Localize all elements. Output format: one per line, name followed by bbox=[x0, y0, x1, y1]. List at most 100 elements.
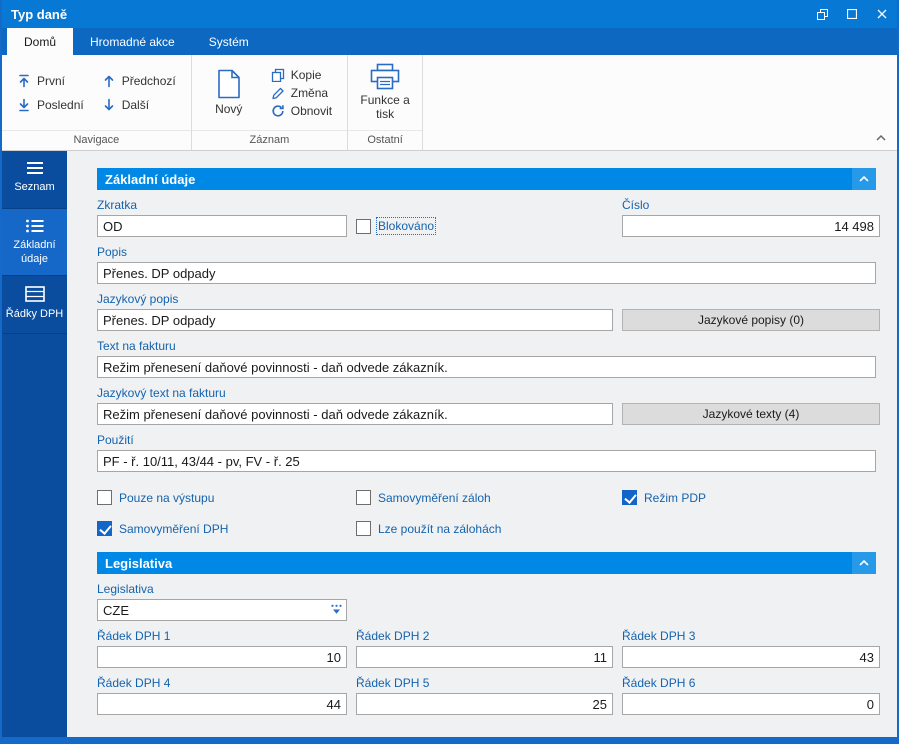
rezim-pdp-checkbox-box[interactable] bbox=[622, 490, 637, 505]
app-window: Typ daně Domů Hromadné akce Systém První bbox=[0, 0, 899, 744]
arrow-down-icon bbox=[102, 98, 116, 112]
sidebar: Seznam Základní údaje Řádky DPH bbox=[2, 151, 67, 737]
sidebar-item-label: Seznam bbox=[14, 181, 54, 195]
blokovano-checkbox-box[interactable] bbox=[356, 219, 371, 234]
jazykovy-text-label: Jazykový text na fakturu bbox=[97, 386, 613, 400]
samovymereni-dph-label: Samovyměření DPH bbox=[119, 522, 228, 536]
printer-icon bbox=[370, 63, 400, 90]
lze-pouzit-na-zalohach-label: Lze použít na zálohách bbox=[378, 522, 501, 536]
group-label-ostatni: Ostatní bbox=[348, 130, 422, 150]
close-icon bbox=[877, 9, 887, 19]
previous-record-button[interactable]: Předchozí bbox=[95, 72, 183, 90]
pencil-icon bbox=[271, 86, 285, 100]
ribbon-collapse-button[interactable] bbox=[875, 130, 887, 145]
radek-dph-3-input[interactable] bbox=[622, 646, 880, 668]
radek-dph-3-label: Řádek DPH 3 bbox=[622, 629, 880, 643]
field-zkratka: Zkratka bbox=[97, 190, 347, 237]
dropdown-icon[interactable] bbox=[330, 604, 343, 615]
window-controls bbox=[807, 0, 897, 28]
radek-dph-5-input[interactable] bbox=[356, 693, 613, 715]
field-jazykovy-text: Jazykový text na fakturu bbox=[97, 378, 613, 425]
previous-record-label: Předchozí bbox=[122, 74, 176, 88]
list-icon bbox=[25, 161, 45, 175]
jazykovy-popis-label: Jazykový popis bbox=[97, 292, 613, 306]
radek-dph-6-label: Řádek DPH 6 bbox=[622, 676, 880, 690]
copy-record-button[interactable]: Kopie bbox=[264, 66, 329, 84]
field-pouziti: Použití bbox=[97, 433, 876, 472]
jazykove-texty-button[interactable]: Jazykové texty (4) bbox=[622, 403, 880, 425]
radek-dph-4-input[interactable] bbox=[97, 693, 347, 715]
refresh-button[interactable]: Obnovit bbox=[264, 102, 339, 120]
section-collapse-button[interactable] bbox=[852, 552, 876, 574]
next-record-button[interactable]: Další bbox=[95, 96, 183, 114]
field-radek-dph-3: Řádek DPH 3 bbox=[622, 621, 880, 668]
jazykovy-text-input[interactable] bbox=[97, 403, 613, 425]
samovymereni-zaloh-checkbox-box[interactable] bbox=[356, 490, 371, 505]
lze-pouzit-na-zalohach-checkbox-box[interactable] bbox=[356, 521, 371, 536]
main-content: Základní údaje Zkratka Blokováno bbox=[67, 151, 897, 737]
maximize-icon bbox=[847, 9, 857, 19]
checkbox-pouze-na-vystupu[interactable]: Pouze na výstupu bbox=[97, 490, 347, 505]
field-radek-dph-2: Řádek DPH 2 bbox=[356, 621, 613, 668]
pouziti-input[interactable] bbox=[97, 450, 876, 472]
detail-list-icon bbox=[25, 219, 45, 233]
close-button[interactable] bbox=[867, 0, 897, 28]
arrow-up-icon bbox=[102, 74, 116, 88]
copy-record-label: Kopie bbox=[291, 68, 322, 82]
section-legislativa: Legislativa Legislativa bbox=[97, 552, 876, 715]
samovymereni-dph-checkbox-box[interactable] bbox=[97, 521, 112, 536]
tab-system[interactable]: Systém bbox=[192, 28, 266, 55]
chevron-up-icon bbox=[858, 559, 870, 567]
jazykovy-popis-input[interactable] bbox=[97, 309, 613, 331]
field-popis: Popis bbox=[97, 245, 876, 284]
sidebar-item-seznam[interactable]: Seznam bbox=[2, 151, 67, 209]
new-record-button[interactable]: Nový bbox=[200, 65, 258, 121]
checkbox-rezim-pdp[interactable]: Režim PDP bbox=[622, 490, 880, 505]
jazykove-popisy-button[interactable]: Jazykové popisy (0) bbox=[622, 309, 880, 331]
ribbon-group-ostatni: Funkce a tisk Ostatní bbox=[348, 55, 423, 150]
tab-domu[interactable]: Domů bbox=[7, 28, 73, 55]
last-record-button[interactable]: Poslední bbox=[10, 96, 91, 114]
new-record-label: Nový bbox=[215, 103, 242, 117]
checkbox-blokovano[interactable]: Blokováno bbox=[356, 219, 434, 234]
functions-print-button[interactable]: Funkce a tisk bbox=[356, 59, 414, 126]
zkratka-input[interactable] bbox=[97, 215, 347, 237]
legislativa-select[interactable] bbox=[97, 599, 347, 621]
sidebar-item-radky-dph[interactable]: Řádky DPH bbox=[2, 276, 67, 334]
pouziti-label: Použití bbox=[97, 433, 876, 447]
field-cislo: Číslo bbox=[622, 190, 880, 237]
legislativa-input[interactable] bbox=[97, 599, 347, 621]
radek-dph-6-input[interactable] bbox=[622, 693, 880, 715]
checkbox-lze-pouzit-na-zalohach[interactable]: Lze použít na zálohách bbox=[356, 521, 613, 536]
edit-record-button[interactable]: Změna bbox=[264, 84, 335, 102]
radek-dph-2-input[interactable] bbox=[356, 646, 613, 668]
tab-hromadne-akce[interactable]: Hromadné akce bbox=[73, 28, 192, 55]
sidebar-item-zakladni-udaje[interactable]: Základní údaje bbox=[2, 209, 67, 276]
cislo-label: Číslo bbox=[622, 198, 880, 212]
sidebar-item-label: Základní údaje bbox=[5, 239, 64, 267]
field-radek-dph-6: Řádek DPH 6 bbox=[622, 668, 880, 715]
refresh-icon bbox=[271, 104, 285, 118]
radek-dph-5-label: Řádek DPH 5 bbox=[356, 676, 613, 690]
popis-input[interactable] bbox=[97, 262, 876, 284]
section-collapse-button[interactable] bbox=[852, 168, 876, 190]
ribbon-group-navigace: První Poslední Předchozí Další Navigace bbox=[2, 55, 192, 150]
field-text-na-fakturu: Text na fakturu bbox=[97, 339, 876, 378]
new-document-icon bbox=[216, 69, 242, 99]
checkbox-samovymereni-zaloh[interactable]: Samovyměření záloh bbox=[356, 490, 613, 505]
cislo-input[interactable] bbox=[622, 215, 880, 237]
last-record-label: Poslední bbox=[37, 98, 84, 112]
radek-dph-1-input[interactable] bbox=[97, 646, 347, 668]
restore-window-button[interactable] bbox=[807, 0, 837, 28]
samovymereni-zaloh-label: Samovyměření záloh bbox=[378, 491, 491, 505]
chevron-up-icon bbox=[858, 175, 870, 183]
section-header-legislativa: Legislativa bbox=[97, 552, 876, 574]
first-record-button[interactable]: První bbox=[10, 72, 91, 90]
text-na-fakturu-input[interactable] bbox=[97, 356, 876, 378]
last-icon bbox=[17, 98, 31, 112]
checkbox-samovymereni-dph[interactable]: Samovyměření DPH bbox=[97, 521, 347, 536]
pouze-na-vystupu-checkbox-box[interactable] bbox=[97, 490, 112, 505]
radek-dph-4-label: Řádek DPH 4 bbox=[97, 676, 347, 690]
maximize-button[interactable] bbox=[837, 0, 867, 28]
functions-print-label: Funkce a tisk bbox=[358, 94, 412, 122]
